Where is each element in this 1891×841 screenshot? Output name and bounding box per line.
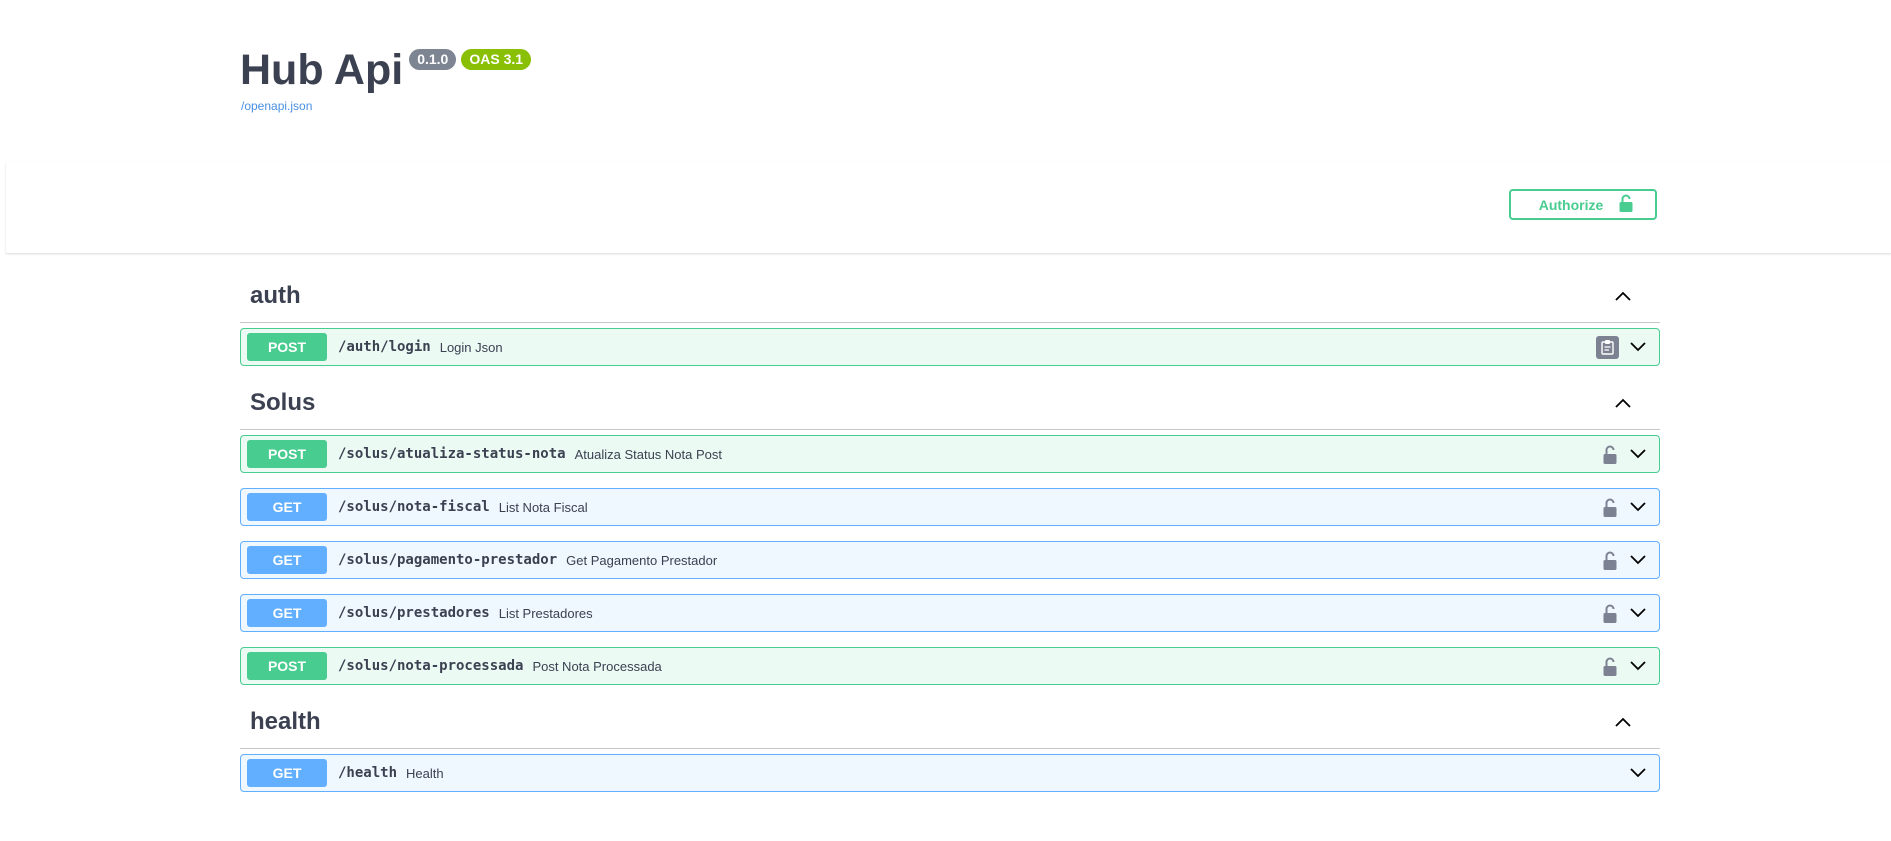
method-badge: GET (247, 546, 327, 574)
tag-header[interactable]: Solus (240, 377, 1660, 430)
chevron-down-icon[interactable] (1629, 660, 1647, 672)
operation-summary: Health (406, 765, 444, 781)
operations-list: auth POST/auth/login Login Json Solus POST/s… (240, 270, 1660, 807)
method-badge: POST (247, 652, 327, 680)
opblock-get[interactable]: GET/solus/pagamento-prestador Get Pagamen… (240, 541, 1660, 579)
operation-summary: List Prestadores (498, 605, 593, 621)
opblock-get[interactable]: GET/solus/prestadores List Prestadores (240, 594, 1660, 632)
tag-name: auth (250, 282, 301, 309)
tag-section-health: health GET/health Health (240, 696, 1660, 792)
tag-section-solus: Solus POST/solus/atualiza-status-nota Atua… (240, 377, 1660, 685)
tag-header[interactable]: auth (240, 270, 1660, 323)
opblock-post[interactable]: POST/auth/login Login Json (240, 328, 1660, 366)
version-badge: 0.1.0 (409, 49, 457, 70)
chevron-up-icon[interactable] (1614, 290, 1632, 302)
oas-badge: OAS 3.1 (461, 49, 532, 70)
method-badge: POST (247, 333, 327, 361)
authorize-button[interactable]: Authorize (1509, 189, 1657, 220)
operation-path: /health (338, 765, 398, 781)
operation-summary: Get Pagamento Prestador (566, 552, 718, 568)
api-info: Hub Api 0.1.0 OAS 3.1 /openapi.json (240, 44, 536, 113)
operation-path: /solus/nota-fiscal (338, 499, 490, 515)
operation-controls (1603, 648, 1647, 684)
chevron-down-icon[interactable] (1629, 607, 1647, 619)
copy-icon[interactable] (1596, 335, 1619, 359)
unlocked-padlock-icon (1619, 194, 1633, 215)
operation-summary: List Nota Fiscal (498, 499, 588, 515)
openapi-spec-link[interactable]: /openapi.json (241, 99, 536, 113)
operation-summary: Atualiza Status Nota Post (574, 446, 722, 462)
tag-header[interactable]: health (240, 696, 1660, 749)
authorize-label: Authorize (1538, 196, 1604, 213)
operation-controls (1629, 755, 1647, 791)
operation-controls (1603, 489, 1647, 525)
operation-summary: Post Nota Processada (532, 658, 662, 674)
method-badge: POST (247, 440, 327, 468)
chevron-down-icon[interactable] (1629, 448, 1647, 460)
lock-icon[interactable] (1603, 604, 1617, 623)
operation-path: /solus/atualiza-status-nota (338, 446, 566, 462)
operation-controls (1603, 542, 1647, 578)
lock-icon[interactable] (1603, 445, 1617, 464)
operation-controls (1596, 329, 1647, 365)
opblock-post[interactable]: POST/solus/nota-processada Post Nota Proc… (240, 647, 1660, 685)
chevron-up-icon[interactable] (1614, 716, 1632, 728)
chevron-down-icon[interactable] (1629, 554, 1647, 566)
swagger-page: Hub Api 0.1.0 OAS 3.1 /openapi.json Auth… (0, 0, 1891, 841)
operation-path: /auth/login (338, 339, 431, 355)
opblock-get[interactable]: GET/health Health (240, 754, 1660, 792)
chevron-up-icon[interactable] (1614, 397, 1632, 409)
lock-icon[interactable] (1603, 657, 1617, 676)
opblock-get[interactable]: GET/solus/nota-fiscal List Nota Fiscal (240, 488, 1660, 526)
tag-section-auth: auth POST/auth/login Login Json (240, 270, 1660, 366)
opblock-post[interactable]: POST/solus/atualiza-status-nota Atualiza … (240, 435, 1660, 473)
api-title: Hub Api (240, 46, 404, 94)
tag-name: health (250, 708, 321, 735)
badges: 0.1.0 OAS 3.1 (409, 49, 536, 70)
operation-controls (1603, 595, 1647, 631)
lock-icon[interactable] (1603, 551, 1617, 570)
lock-icon[interactable] (1603, 498, 1617, 517)
operation-controls (1603, 436, 1647, 472)
operation-path: /solus/prestadores (338, 605, 490, 621)
method-badge: GET (247, 759, 327, 787)
chevron-down-icon[interactable] (1629, 341, 1647, 353)
scheme-container: Authorize (6, 162, 1891, 253)
operation-summary: Login Json (439, 339, 503, 355)
operation-path: /solus/pagamento-prestador (338, 552, 558, 568)
chevron-down-icon[interactable] (1629, 501, 1647, 513)
chevron-down-icon[interactable] (1629, 767, 1647, 779)
method-badge: GET (247, 493, 327, 521)
operation-path: /solus/nota-processada (338, 658, 524, 674)
title-row: Hub Api 0.1.0 OAS 3.1 (240, 44, 536, 96)
method-badge: GET (247, 599, 327, 627)
tag-name: Solus (250, 389, 316, 416)
